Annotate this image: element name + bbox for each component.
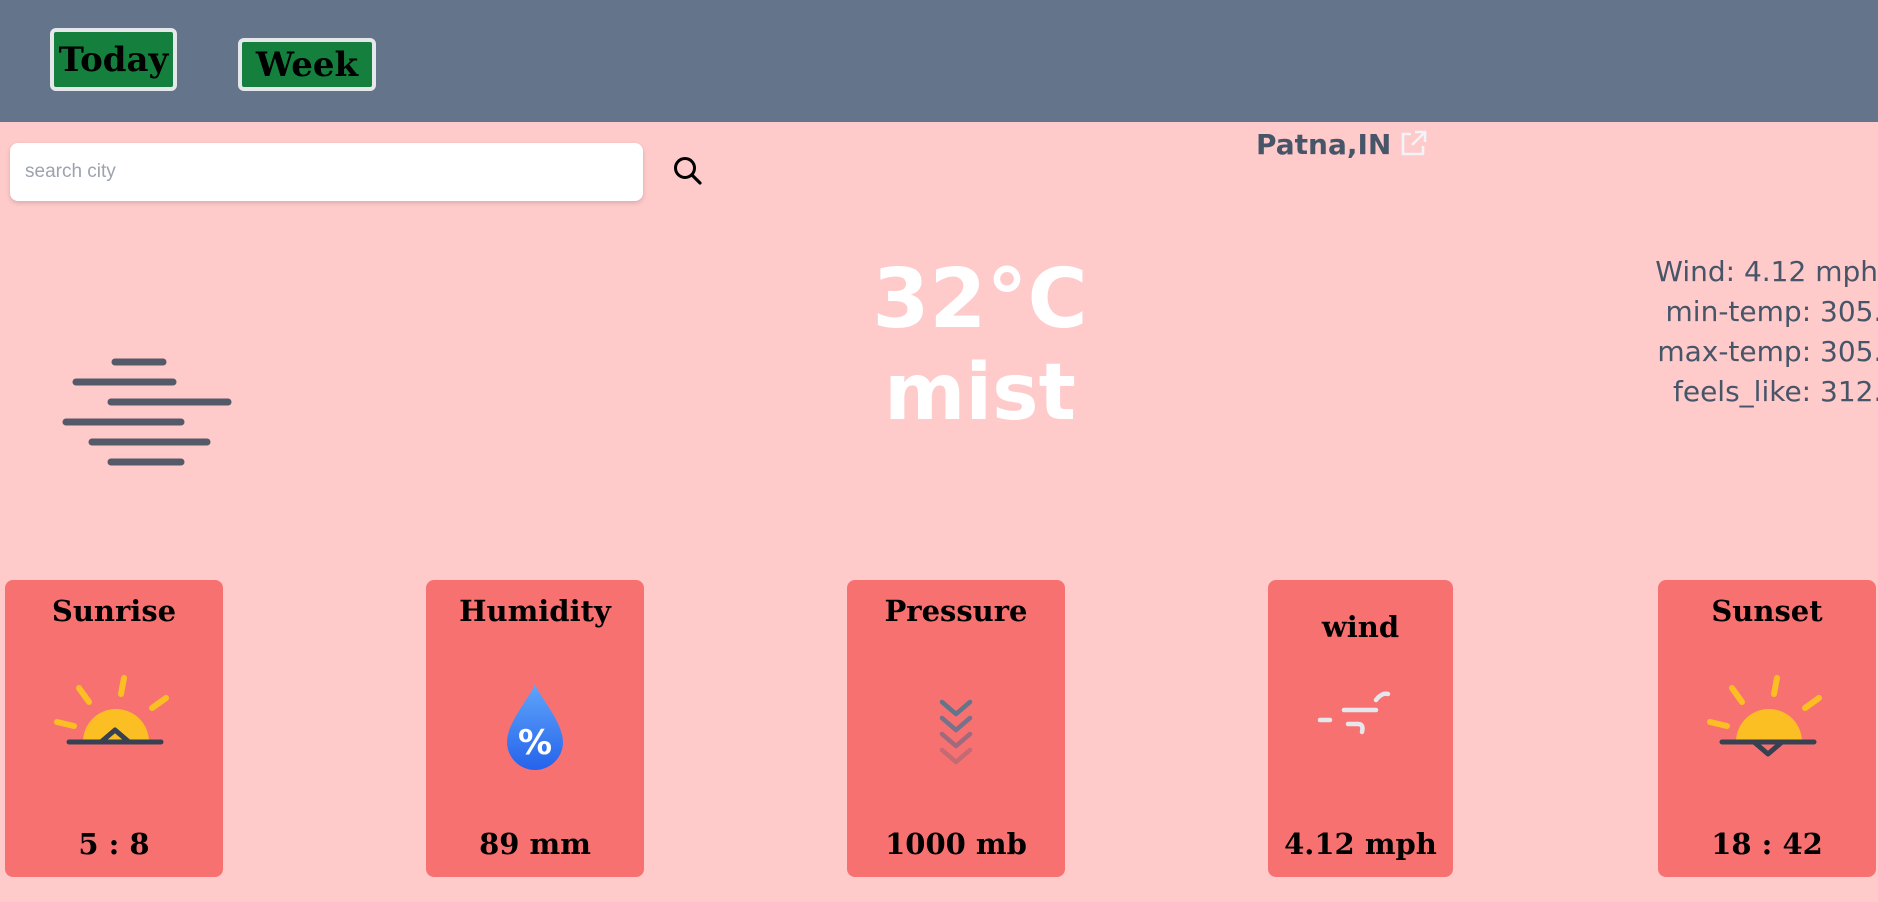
card-value: 1000 mb [885, 827, 1027, 861]
location-name: Patna,IN [1256, 127, 1392, 161]
sunset-card: Sunset 18 : 42 [1658, 580, 1876, 877]
humidity-drop-icon: % [507, 684, 563, 770]
humidity-card: Humidity % 89 mm [426, 580, 644, 877]
card-value: 18 : 42 [1711, 827, 1823, 861]
svg-text:%: % [518, 723, 552, 763]
sunrise-card: Sunrise 5 : 8 [5, 580, 223, 877]
weather-description: mist [884, 348, 1076, 438]
min-temp-detail: min-temp: 305.11 [1665, 295, 1878, 328]
card-title: wind [1321, 610, 1400, 644]
sunset-icon [1707, 675, 1822, 757]
card-value: 5 : 8 [78, 827, 150, 861]
today-button[interactable]: Today [50, 28, 177, 91]
current-temperature: 32°C [872, 252, 1088, 347]
search-city-input[interactable] [10, 143, 643, 201]
location-link[interactable]: Patna,IN [1256, 122, 1429, 166]
card-value: 89 mm [479, 827, 591, 861]
weather-details: Wind: 4.12 mph min-temp: 305.11 max-temp… [1640, 252, 1878, 412]
wind-card: wind 4.12 mph [1268, 580, 1453, 877]
max-temp-detail: max-temp: 305.11 [1657, 335, 1878, 368]
mist-icon [62, 358, 232, 466]
card-title: Sunset [1711, 594, 1823, 628]
card-title: Pressure [884, 594, 1028, 628]
pressure-card: Pressure 1000 mb [847, 580, 1065, 877]
week-button[interactable]: Week [238, 38, 376, 91]
pressure-chevrons-icon [939, 699, 973, 765]
wind-detail: Wind: 4.12 mph [1655, 255, 1878, 288]
card-title: Humidity [459, 594, 611, 628]
feels-like-detail: feels_like: 312.11 [1673, 375, 1878, 408]
search-icon[interactable] [670, 153, 706, 189]
wind-icon [1317, 691, 1390, 735]
top-nav-bar: Today Week [0, 0, 1878, 122]
sunrise-icon [54, 675, 169, 745]
card-value: 4.12 mph [1284, 827, 1437, 861]
card-title: Sunrise [51, 594, 177, 628]
external-link-icon[interactable] [1397, 128, 1429, 160]
